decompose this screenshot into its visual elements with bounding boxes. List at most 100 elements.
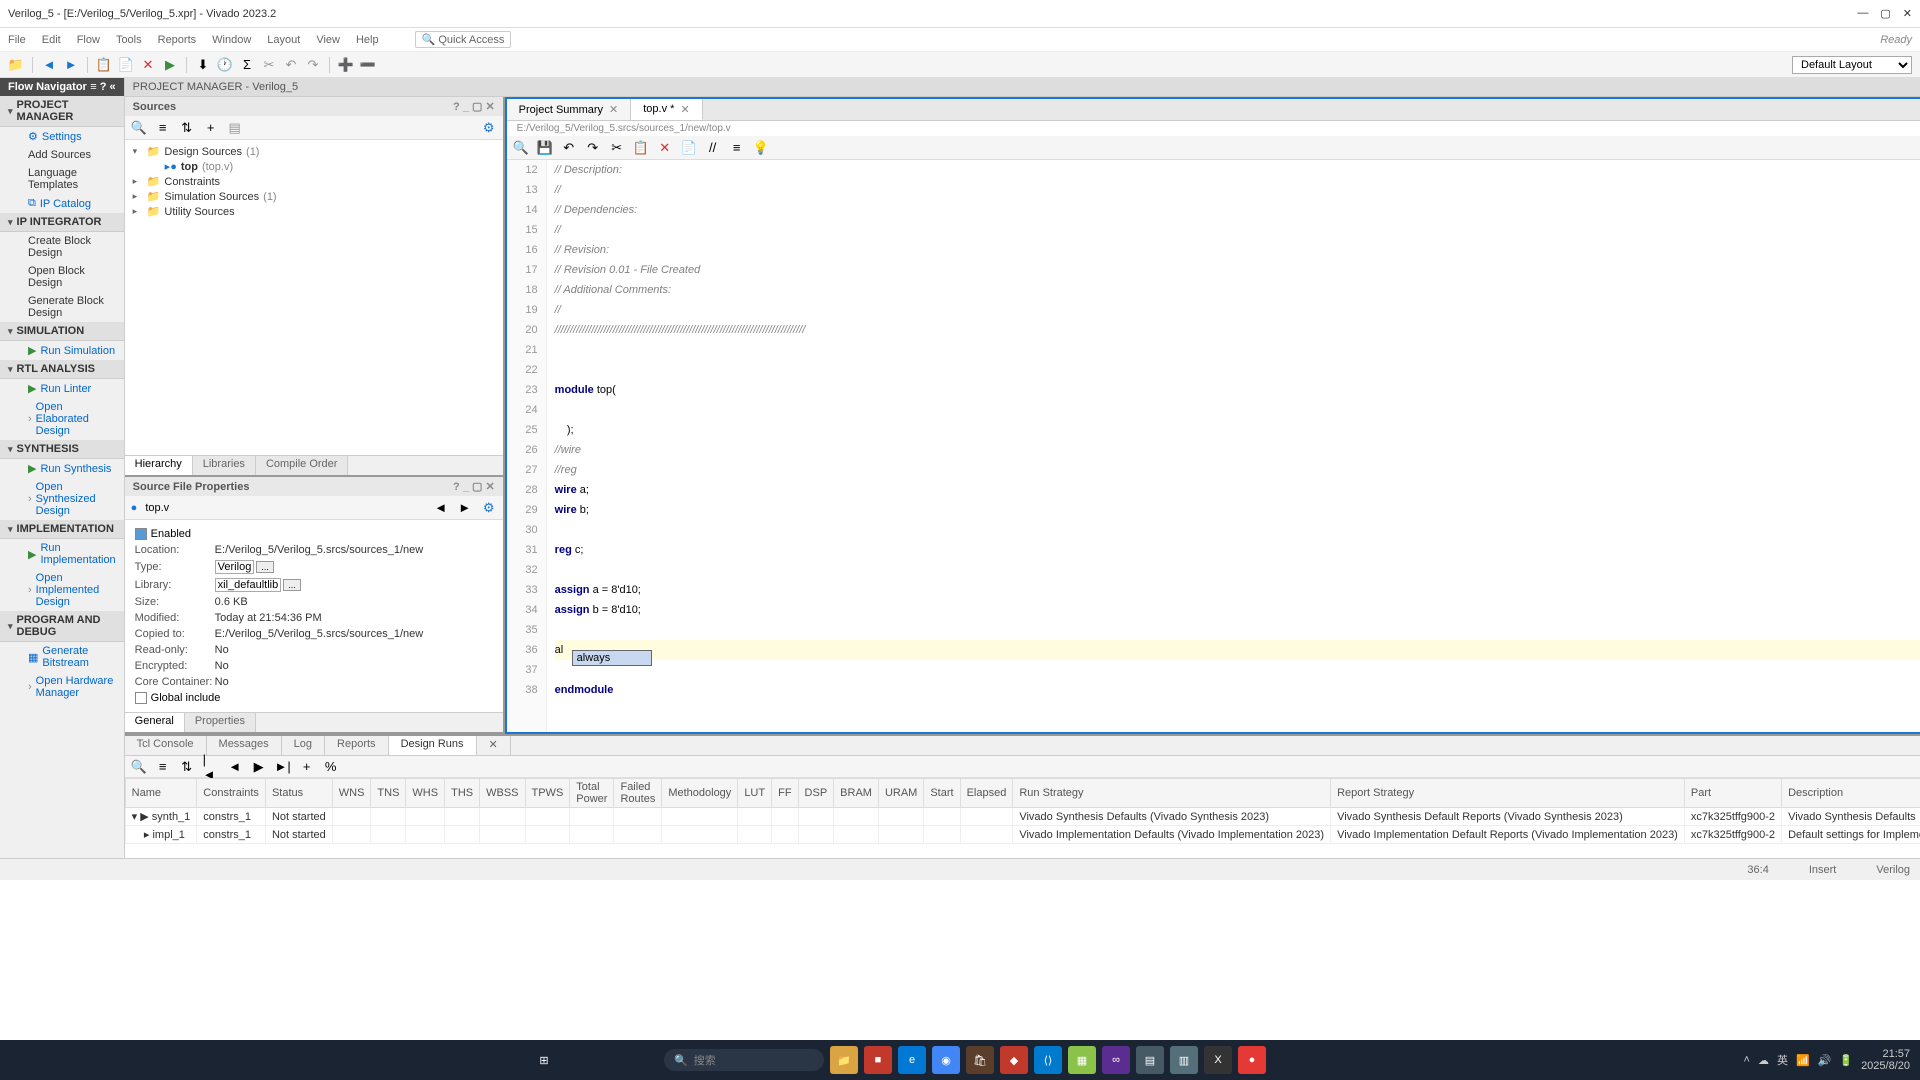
task-app2-icon[interactable]: ◆ (1000, 1046, 1028, 1074)
runs-header[interactable]: Run Strategy (1013, 779, 1331, 808)
close-icon[interactable]: ✕ (1903, 7, 1912, 20)
close-tab-icon[interactable]: ✕ (477, 736, 511, 755)
tab-log[interactable]: Log (282, 736, 325, 755)
forward-icon[interactable]: ► (63, 57, 79, 73)
expand-icon[interactable]: ⇅ (179, 120, 195, 136)
add-icon[interactable]: ➕ (338, 57, 354, 73)
flow-section-header[interactable]: ▾ RTL ANALYSIS (0, 360, 124, 379)
runs-prev-icon[interactable]: |◄ (203, 759, 219, 775)
task-explorer-icon[interactable]: 📁 (830, 1046, 858, 1074)
runs-header[interactable]: Failed Routes (614, 779, 662, 808)
prop-input[interactable]: Verilog (215, 560, 255, 574)
runs-search-icon[interactable]: 🔍 (131, 759, 147, 775)
code-line[interactable] (555, 560, 1920, 580)
code-line[interactable]: // Dependencies: (555, 200, 1920, 220)
tray-ime-icon[interactable]: 英 (1777, 1052, 1788, 1068)
code-line[interactable]: // (555, 180, 1920, 200)
tray-battery-icon[interactable]: 🔋 (1839, 1054, 1853, 1067)
ed-redo-icon[interactable]: ↷ (585, 140, 601, 156)
code-line[interactable]: // Revision 0.01 - File Created (555, 260, 1920, 280)
code-line[interactable]: // (555, 300, 1920, 320)
task-app1-icon[interactable]: ■ (864, 1046, 892, 1074)
task-edge-icon[interactable]: e (898, 1046, 926, 1074)
runs-header[interactable]: Description (1782, 779, 1920, 808)
add-source-icon[interactable]: + (203, 120, 219, 136)
runs-header[interactable]: Part (1684, 779, 1781, 808)
autocomplete-popup[interactable]: always (572, 650, 652, 666)
tray-cloud-icon[interactable]: ☁ (1758, 1054, 1769, 1067)
close-tab-icon[interactable]: ✕ (609, 103, 618, 116)
task-app3-icon[interactable]: ▦ (1068, 1046, 1096, 1074)
ed-save-icon[interactable]: 💾 (537, 140, 553, 156)
code-line[interactable]: wire b; (555, 500, 1920, 520)
props-panel-controls[interactable]: ? _ ▢ ✕ (453, 480, 495, 493)
runs-expand-icon[interactable]: ⇅ (179, 759, 195, 775)
tab-libraries[interactable]: Libraries (193, 456, 256, 475)
open-icon[interactable]: 📁 (8, 57, 24, 73)
sources-panel-controls[interactable]: ? _ ▢ ✕ (453, 100, 495, 113)
ed-search-icon[interactable]: 🔍 (513, 140, 529, 156)
task-store-icon[interactable]: 🛍 (966, 1046, 994, 1074)
menu-flow[interactable]: Flow (77, 34, 100, 46)
runs-header[interactable]: WBSS (480, 779, 525, 808)
flow-item[interactable]: › Open Elaborated Design (0, 398, 124, 440)
ed-copy-icon[interactable]: 📋 (633, 140, 649, 156)
flow-item[interactable]: ⚙ Settings (0, 127, 124, 146)
runs-row[interactable]: ▸ impl_1constrs_1Not startedVivado Imple… (125, 826, 1920, 844)
autocomplete-item-always[interactable]: always (573, 651, 651, 665)
tab-properties[interactable]: Properties (185, 713, 256, 732)
code-line[interactable]: wire a; (555, 480, 1920, 500)
code-line[interactable]: assign b = 8'd10; (555, 600, 1920, 620)
runs-header[interactable]: LUT (738, 779, 772, 808)
props-gear-icon[interactable]: ⚙ (481, 500, 497, 516)
code-line[interactable]: endmodule (555, 680, 1920, 700)
ed-indent-icon[interactable]: ≡ (729, 140, 745, 156)
code-line[interactable] (555, 660, 1920, 680)
flow-item[interactable]: Generate Block Design (0, 292, 124, 322)
tray-volume-icon[interactable]: 🔊 (1818, 1054, 1832, 1067)
code-line[interactable] (555, 360, 1920, 380)
ed-help-icon[interactable]: 💡 (753, 140, 769, 156)
task-vscode-icon[interactable]: ⟨⟩ (1034, 1046, 1062, 1074)
runs-header[interactable]: Start (924, 779, 960, 808)
layout-select[interactable]: Default Layout (1792, 56, 1912, 74)
runs-header[interactable]: Constraints (197, 779, 266, 808)
step-icon[interactable]: ⬇ (195, 57, 211, 73)
flow-item[interactable]: ▶ Run Implementation (0, 539, 124, 569)
tab-reports[interactable]: Reports (325, 736, 389, 755)
menu-help[interactable]: Help (356, 34, 379, 46)
tray-wifi-icon[interactable]: 📶 (1796, 1054, 1810, 1067)
menu-tools[interactable]: Tools (116, 34, 142, 46)
menu-reports[interactable]: Reports (158, 34, 197, 46)
enabled-checkbox[interactable] (135, 528, 147, 540)
tree-item[interactable]: ▸📁 Constraints (129, 174, 499, 189)
paste-icon[interactable]: 📄 (118, 57, 134, 73)
runs-header[interactable]: Report Strategy (1331, 779, 1685, 808)
global-include-checkbox[interactable] (135, 692, 147, 704)
runs-next-icon[interactable]: ►| (275, 759, 291, 775)
flow-item[interactable]: Create Block Design (0, 232, 124, 262)
code-line[interactable] (555, 520, 1920, 540)
task-rec-icon[interactable]: ● (1238, 1046, 1266, 1074)
runs-header[interactable]: Status (265, 779, 332, 808)
tree-item[interactable]: ▸📁 Simulation Sources (1) (129, 189, 499, 204)
code-line[interactable] (555, 340, 1920, 360)
task-app5-icon[interactable]: ▥ (1170, 1046, 1198, 1074)
minimize-icon[interactable]: — (1857, 7, 1868, 20)
runs-add-icon[interactable]: + (299, 759, 315, 775)
back-icon[interactable]: ◄ (41, 57, 57, 73)
copy-icon[interactable]: 📋 (96, 57, 112, 73)
cancel-icon[interactable]: ✕ (140, 57, 156, 73)
flow-nav-controls[interactable]: ≡ ? « (90, 81, 115, 93)
remove-icon[interactable]: ➖ (360, 57, 376, 73)
props-back-icon[interactable]: ◄ (433, 500, 449, 516)
flow-item[interactable]: › Open Hardware Manager (0, 672, 124, 702)
task-vs-icon[interactable]: ∞ (1102, 1046, 1130, 1074)
time-icon[interactable]: 🕐 (217, 57, 233, 73)
runs-header[interactable]: Name (125, 779, 197, 808)
tab-top-v[interactable]: top.v *✕ (631, 99, 702, 120)
tab-design-runs[interactable]: Design Runs (389, 736, 477, 755)
flow-item[interactable]: Language Templates (0, 164, 124, 194)
flow-item[interactable]: ▶ Run Linter (0, 379, 124, 398)
runs-header[interactable]: Total Power (570, 779, 614, 808)
